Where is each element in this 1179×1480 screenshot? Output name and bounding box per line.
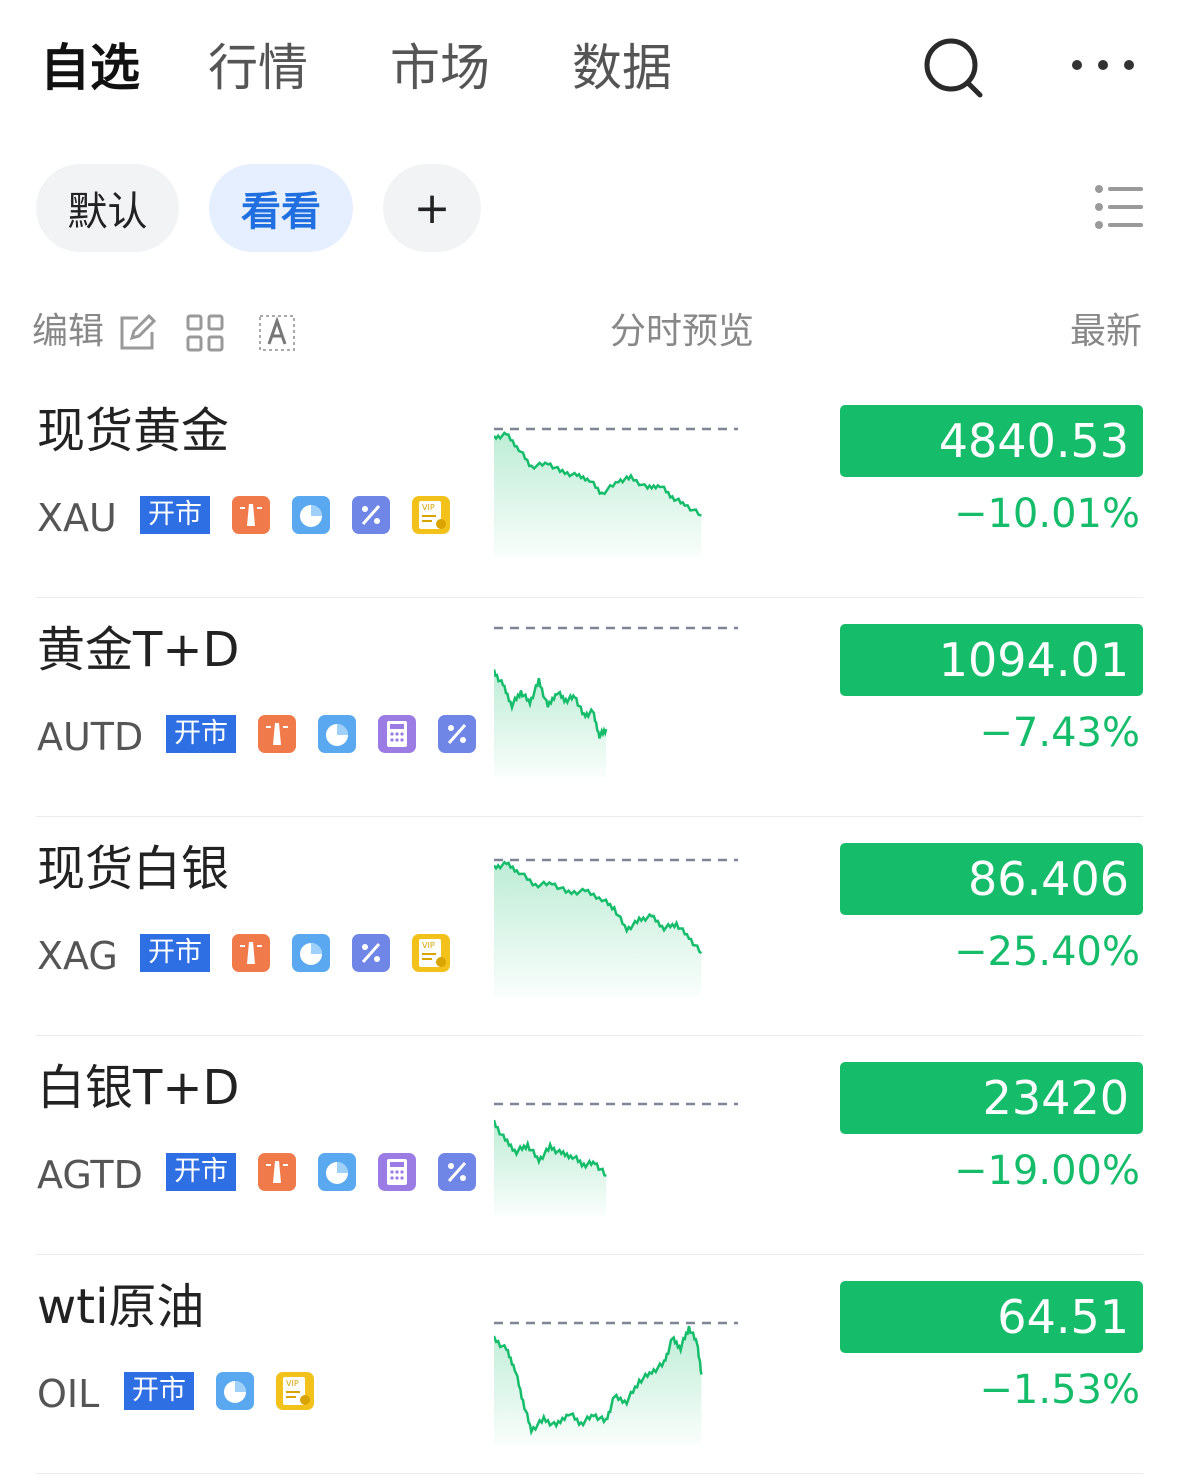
- intraday-sparkline: [494, 427, 738, 559]
- badge-group: 开市 VIP: [140, 496, 472, 534]
- lighthouse-icon[interactable]: [258, 715, 296, 753]
- instrument-name: 现货黄金: [37, 403, 230, 459]
- change-percent: −1.53%: [979, 1367, 1140, 1413]
- percent-icon[interactable]: [438, 1153, 476, 1191]
- svg-text:VIP: VIP: [422, 941, 435, 950]
- tab-market[interactable]: 市场: [390, 36, 490, 100]
- sparkline-area: [494, 669, 607, 778]
- list-view-icon[interactable]: [1094, 184, 1144, 230]
- badge-group: 开市: [166, 1153, 498, 1191]
- badge-group: 开市 VIP: [140, 934, 472, 972]
- tab-watchlist[interactable]: 自选: [40, 36, 140, 100]
- intraday-preview-label: 分时预览: [610, 311, 755, 352]
- percent-icon[interactable]: [352, 496, 390, 534]
- row-divider: [36, 1473, 1143, 1474]
- badge-group: 开市: [166, 715, 498, 753]
- market-open-badge: 开市: [124, 1372, 194, 1410]
- badge-group: 开市 VIP: [124, 1372, 336, 1410]
- instrument-name: 白银T+D: [37, 1060, 240, 1116]
- change-percent: −7.43%: [979, 710, 1140, 756]
- change-percent: −10.01%: [953, 491, 1140, 537]
- latest-price: 4840.53: [840, 405, 1143, 477]
- quote-row-oil[interactable]: wti原油 OIL 开市 VIP 64.51 −1.53%: [0, 1255, 1179, 1474]
- vip-icon[interactable]: VIP: [412, 496, 450, 534]
- pie-chart-icon[interactable]: [318, 1153, 356, 1191]
- latest-price: 1094.01: [840, 624, 1143, 696]
- instrument-code: OIL: [37, 1372, 100, 1416]
- grid-icon[interactable]: [186, 314, 224, 352]
- instrument-code: XAU: [37, 496, 117, 540]
- calculator-icon[interactable]: [378, 1153, 416, 1191]
- percent-icon[interactable]: [352, 934, 390, 972]
- add-group-button[interactable]: +: [383, 164, 481, 252]
- quote-row-xau[interactable]: 现货黄金 XAU 开市 VIP 4840.53 −10.01%: [0, 379, 1179, 598]
- top-nav: 自选 行情 市场 数据: [40, 36, 754, 100]
- group-kankan[interactable]: 看看: [209, 164, 353, 252]
- market-open-badge: 开市: [166, 715, 236, 753]
- pie-chart-icon[interactable]: [216, 1372, 254, 1410]
- change-percent: −19.00%: [953, 1148, 1140, 1194]
- latest-price: 86.406: [840, 843, 1143, 915]
- sparkline-area: [494, 1120, 607, 1216]
- tab-data[interactable]: 数据: [572, 36, 672, 100]
- instrument-name: 黄金T+D: [37, 622, 240, 678]
- instrument-code: AUTD: [37, 715, 144, 759]
- lighthouse-icon[interactable]: [232, 496, 270, 534]
- edit-icon[interactable]: [118, 314, 156, 352]
- svg-text:VIP: VIP: [422, 503, 435, 512]
- vip-icon[interactable]: VIP: [276, 1372, 314, 1410]
- market-open-badge: 开市: [166, 1153, 236, 1191]
- intraday-sparkline: [494, 1321, 738, 1445]
- market-open-badge: 开市: [140, 934, 210, 972]
- quote-row-agtd[interactable]: 白银T+D AGTD 开市 23420 −19.00%: [0, 1036, 1179, 1255]
- vip-icon[interactable]: VIP: [412, 934, 450, 972]
- instrument-code: AGTD: [37, 1153, 143, 1197]
- group-tabs: 默认 看看 +: [36, 164, 511, 252]
- latest-price: 64.51: [840, 1281, 1143, 1353]
- change-percent: −25.40%: [953, 929, 1140, 975]
- intraday-sparkline: [494, 626, 738, 778]
- search-icon[interactable]: [920, 36, 984, 100]
- sparkline-area: [494, 862, 702, 997]
- font-size-icon[interactable]: [258, 314, 296, 352]
- calculator-icon[interactable]: [378, 715, 416, 753]
- group-default[interactable]: 默认: [36, 164, 179, 252]
- lighthouse-icon[interactable]: [232, 934, 270, 972]
- instrument-code: XAG: [37, 934, 118, 978]
- latest-price: 23420: [840, 1062, 1143, 1134]
- intraday-sparkline: [494, 1102, 738, 1216]
- instrument-name: 现货白银: [37, 841, 230, 897]
- latest-price-header[interactable]: 最新: [1070, 306, 1142, 358]
- percent-icon[interactable]: [438, 715, 476, 753]
- quote-row-autd[interactable]: 黄金T+D AUTD 开市 1094.01 −7.43%: [0, 598, 1179, 817]
- pie-chart-icon[interactable]: [292, 496, 330, 534]
- svg-text:VIP: VIP: [286, 1379, 299, 1388]
- pie-chart-icon[interactable]: [318, 715, 356, 753]
- edit-button[interactable]: 编辑: [32, 306, 104, 358]
- column-header: 编辑 分时预览 最新: [0, 306, 1179, 358]
- market-open-badge: 开市: [140, 496, 210, 534]
- instrument-name: wti原油: [37, 1279, 205, 1335]
- pie-chart-icon[interactable]: [292, 934, 330, 972]
- lighthouse-icon[interactable]: [258, 1153, 296, 1191]
- intraday-sparkline: [494, 858, 738, 997]
- more-icon[interactable]: [1068, 60, 1138, 74]
- quote-row-xag[interactable]: 现货白银 XAG 开市 VIP 86.406 −25.40%: [0, 817, 1179, 1036]
- tab-quotes[interactable]: 行情: [208, 36, 308, 100]
